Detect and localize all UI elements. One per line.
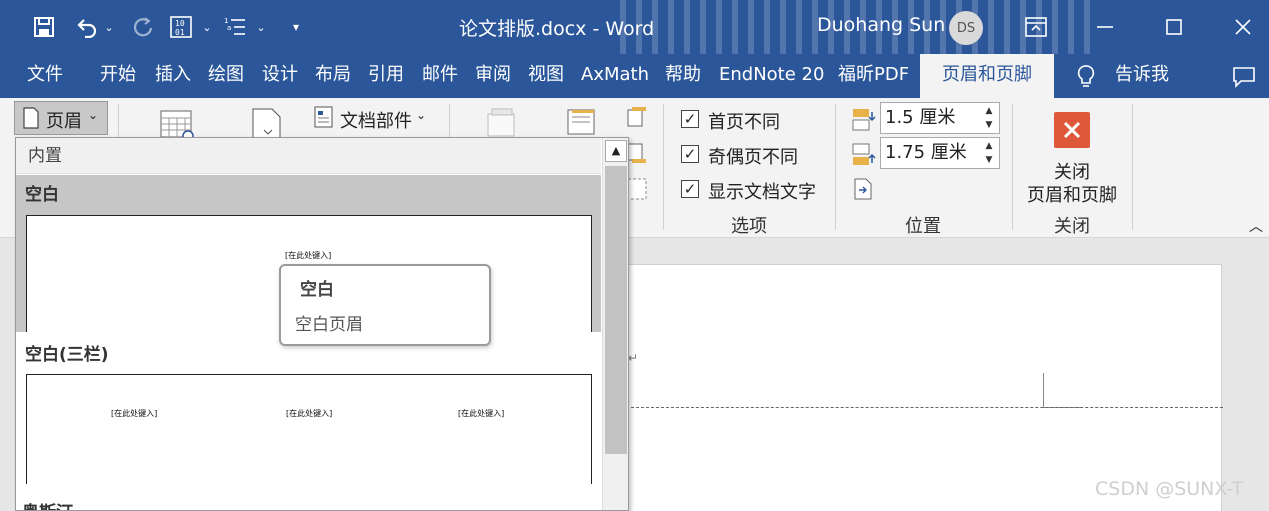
list-format-icon[interactable]: 1a bbox=[222, 12, 248, 42]
spin-up-icon[interactable]: ▲ bbox=[981, 104, 997, 118]
spin-up-icon[interactable]: ▲ bbox=[981, 139, 997, 153]
tab-foxit-pdf[interactable]: 福昕PDF bbox=[838, 54, 909, 98]
save-icon[interactable] bbox=[30, 12, 58, 42]
scroll-up-arrow-icon[interactable]: ▲ bbox=[605, 140, 627, 162]
ribbon-tab-bar: 文件 开始 插入 绘图 设计 布局 引用 邮件 审阅 视图 AxMath 帮助 … bbox=[0, 54, 1269, 98]
gallery-item-title: 空白 bbox=[25, 185, 59, 205]
different-odd-even-label[interactable]: 奇偶页不同 bbox=[708, 143, 798, 169]
customize-qat-icon[interactable]: ▾ bbox=[288, 12, 304, 42]
header-from-top-icon bbox=[852, 108, 876, 136]
minimize-icon[interactable] bbox=[1093, 12, 1117, 42]
title-bar: ⌄ 10 01 ⌄ 1a ⌄ ▾ 论文排版.docx - Word Duohang… bbox=[0, 0, 1269, 54]
gallery-item-blank-three-column[interactable]: [在此处键入] [在此处键入] [在此处键入] bbox=[26, 374, 592, 484]
document-parts-button[interactable]: 文档部件 bbox=[340, 107, 412, 133]
user-name[interactable]: Duohang Sun bbox=[817, 14, 945, 36]
insert-alignment-tab-icon[interactable] bbox=[854, 178, 874, 204]
options-group-label: 选项 bbox=[731, 216, 767, 237]
show-document-text-label[interactable]: 显示文档文字 bbox=[708, 178, 816, 204]
ribbon-display-icon[interactable] bbox=[1022, 12, 1050, 42]
format-dropdown-icon[interactable]: ⌄ bbox=[200, 12, 214, 42]
type-here-placeholder: [在此处键入] bbox=[111, 409, 158, 418]
type-here-placeholder: [在此处键入] bbox=[458, 409, 505, 418]
margin-corner-mark bbox=[1043, 373, 1044, 407]
document-title: 论文排版.docx - Word bbox=[459, 18, 655, 40]
tooltip-title: 空白 bbox=[300, 280, 334, 300]
separator bbox=[835, 104, 836, 230]
redo-icon[interactable] bbox=[132, 12, 156, 42]
paragraph-mark: ↵ bbox=[628, 351, 639, 365]
header-button-label: 页眉 bbox=[46, 111, 82, 132]
different-first-page-checkbox[interactable]: ✓ bbox=[681, 110, 699, 128]
footer-bottom-value: 1.75 厘米 bbox=[885, 142, 967, 163]
different-odd-even-checkbox[interactable]: ✓ bbox=[681, 145, 699, 163]
collapse-ribbon-icon[interactable]: ︿ bbox=[1249, 216, 1263, 236]
tab-view[interactable]: 视图 bbox=[528, 54, 564, 98]
tab-home[interactable]: 开始 bbox=[100, 54, 136, 98]
undo-icon[interactable] bbox=[74, 12, 100, 42]
different-first-page-label[interactable]: 首页不同 bbox=[708, 108, 780, 134]
document-parts-icon bbox=[314, 106, 334, 128]
gallery-item-title[interactable]: 奥斯汀 bbox=[22, 498, 73, 510]
tooltip-description: 空白页眉 bbox=[295, 315, 363, 335]
tab-design[interactable]: 设计 bbox=[262, 54, 298, 98]
watermark-text: CSDN @SUNX-T bbox=[1095, 478, 1244, 500]
tab-layout[interactable]: 布局 bbox=[315, 54, 351, 98]
gallery-scrollbar[interactable]: ▲ bbox=[602, 138, 628, 510]
avatar[interactable]: DS bbox=[949, 11, 983, 45]
tab-draw[interactable]: 绘图 bbox=[208, 54, 244, 98]
separator bbox=[1132, 104, 1133, 230]
scrollbar-thumb[interactable] bbox=[605, 166, 627, 454]
tab-insert[interactable]: 插入 bbox=[155, 54, 191, 98]
spin-down-icon[interactable]: ▼ bbox=[981, 118, 997, 132]
svg-text:01: 01 bbox=[175, 28, 185, 37]
tooltip: 空白 空白页眉 bbox=[279, 264, 491, 346]
tab-axmath[interactable]: AxMath bbox=[581, 54, 649, 98]
header-top-stepper[interactable]: 1.5 厘米 ▲ ▼ bbox=[880, 102, 1000, 134]
tab-references[interactable]: 引用 bbox=[368, 54, 404, 98]
svg-text:10: 10 bbox=[175, 19, 185, 28]
gallery-section-label: 内置 bbox=[16, 138, 601, 174]
position-group-label: 位置 bbox=[905, 216, 941, 237]
tab-header-footer[interactable]: 页眉和页脚 bbox=[920, 54, 1054, 98]
tell-me-search[interactable]: 告诉我 bbox=[1115, 54, 1169, 98]
close-button-label-line2[interactable]: 页眉和页脚 bbox=[1027, 181, 1117, 207]
undo-dropdown-icon[interactable]: ⌄ bbox=[102, 12, 116, 42]
tab-file[interactable]: 文件 bbox=[27, 54, 63, 98]
show-document-text-checkbox[interactable]: ✓ bbox=[681, 180, 699, 198]
list-dropdown-icon[interactable]: ⌄ bbox=[254, 12, 268, 42]
footer-bottom-stepper[interactable]: 1.75 厘米 ▲ ▼ bbox=[880, 137, 1000, 169]
tab-review[interactable]: 审阅 bbox=[475, 54, 511, 98]
document-page[interactable]: ↵ bbox=[625, 264, 1223, 511]
header-button[interactable]: 页眉 ⌄ bbox=[14, 101, 108, 135]
close-icon[interactable] bbox=[1231, 12, 1255, 42]
tab-endnote[interactable]: EndNote 20 bbox=[719, 54, 824, 98]
header-boundary-line bbox=[626, 407, 1223, 408]
close-group-label: 关闭 bbox=[1054, 216, 1090, 237]
link-to-previous-icon[interactable] bbox=[627, 178, 647, 204]
separator bbox=[663, 104, 664, 230]
chevron-down-icon: ⌄ bbox=[88, 108, 99, 122]
close-header-footer-icon[interactable] bbox=[1054, 112, 1090, 148]
footer-from-bottom-icon bbox=[852, 143, 876, 171]
spin-down-icon[interactable]: ▼ bbox=[981, 153, 997, 167]
previous-section-icon[interactable] bbox=[627, 106, 647, 132]
header-top-value: 1.5 厘米 bbox=[885, 107, 956, 128]
chevron-down-icon[interactable]: ⌄ bbox=[416, 108, 426, 122]
gallery-item-title: 空白(三栏) bbox=[25, 345, 109, 365]
number-format-icon[interactable]: 10 01 bbox=[168, 12, 194, 42]
type-here-placeholder: [在此处键入] bbox=[285, 251, 332, 260]
lightbulb-icon[interactable] bbox=[1074, 62, 1098, 92]
comments-icon[interactable] bbox=[1231, 62, 1257, 92]
tab-help[interactable]: 帮助 bbox=[665, 54, 701, 98]
svg-text:a: a bbox=[227, 24, 231, 32]
tab-mailings[interactable]: 邮件 bbox=[422, 54, 458, 98]
page-icon bbox=[23, 107, 39, 133]
separator bbox=[1012, 104, 1013, 230]
next-section-icon[interactable] bbox=[627, 142, 647, 168]
maximize-icon[interactable] bbox=[1162, 12, 1186, 42]
type-here-placeholder: [在此处键入] bbox=[286, 409, 333, 418]
